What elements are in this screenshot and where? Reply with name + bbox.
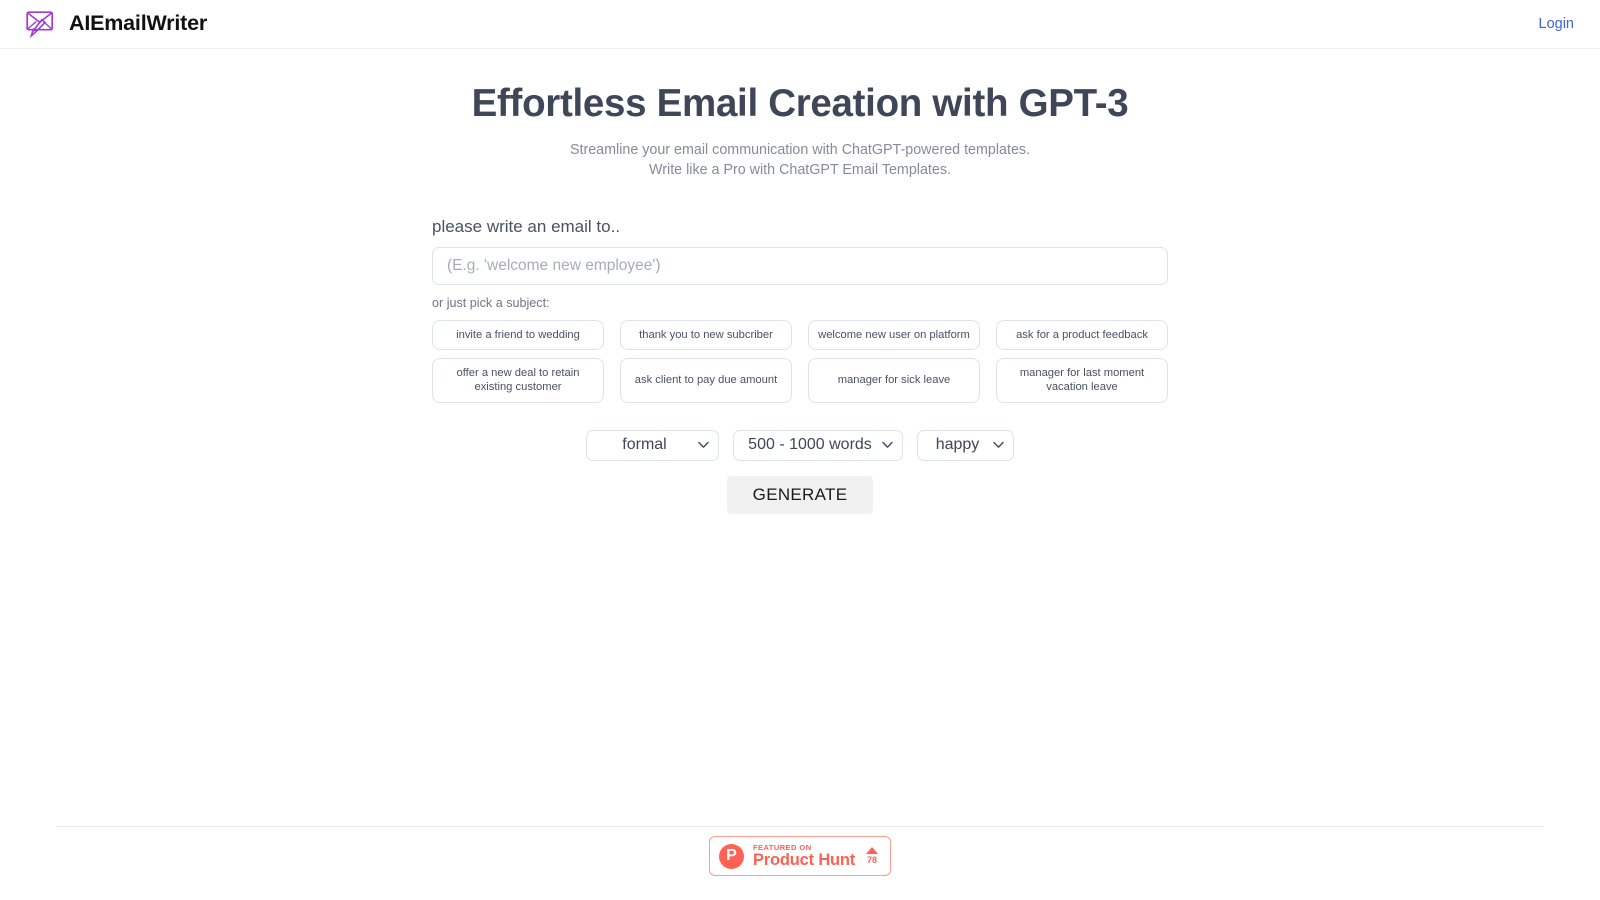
pick-subject-label: or just pick a subject: bbox=[432, 296, 550, 310]
brand[interactable]: AIEmailWriter bbox=[24, 10, 207, 38]
hero-subtitle-line2: Write like a Pro with ChatGPT Email Temp… bbox=[649, 161, 951, 178]
generate-row: GENERATE bbox=[432, 461, 1168, 515]
length-select[interactable]: 0 - 100 words100 - 500 words500 - 1000 w… bbox=[733, 429, 903, 461]
site-header: AIEmailWriter Login bbox=[0, 0, 1600, 49]
subject-chip[interactable]: ask for a product feedback bbox=[996, 319, 1168, 350]
subject-chip[interactable]: ask client to pay due amount bbox=[620, 357, 792, 403]
prompt-label: please write an email to.. bbox=[432, 217, 621, 236]
footer-divider bbox=[56, 826, 1544, 827]
email-form: please write an email to.. or just pick … bbox=[432, 217, 1168, 515]
subject-chip[interactable]: offer a new deal to retain existing cust… bbox=[432, 357, 604, 403]
hero-subtitle: Streamline your email communication with… bbox=[0, 127, 1600, 180]
triangle-up-icon bbox=[866, 847, 878, 854]
brand-name: AIEmailWriter bbox=[69, 11, 207, 36]
options-row: formalinformalfriendlyprofessional 0 - 1… bbox=[432, 411, 1168, 461]
envelope-pencil-icon bbox=[26, 11, 54, 38]
subject-chip[interactable]: manager for last moment vacation leave bbox=[996, 357, 1168, 403]
product-hunt-name: Product Hunt bbox=[753, 851, 856, 869]
mood-select[interactable]: happysadangryneutralexcited bbox=[917, 429, 1014, 461]
subject-chip[interactable]: manager for sick leave bbox=[808, 357, 980, 403]
login-link[interactable]: Login bbox=[1539, 17, 1574, 32]
product-hunt-upvote-count: 78 bbox=[866, 855, 877, 865]
subject-chip-row-1: invite a friend to wedding thank you to … bbox=[432, 319, 1168, 350]
site-footer: P FEATURED ON Product Hunt 78 bbox=[0, 836, 1600, 876]
product-hunt-text: FEATURED ON Product Hunt bbox=[753, 842, 857, 869]
page-title: Effortless Email Creation with GPT-3 bbox=[471, 82, 1129, 125]
mood-select-wrap: happysadangryneutralexcited bbox=[917, 429, 1014, 461]
product-hunt-badge[interactable]: P FEATURED ON Product Hunt 78 bbox=[709, 836, 891, 876]
subject-chip[interactable]: invite a friend to wedding bbox=[432, 319, 604, 350]
hero-subtitle-line1: Streamline your email communication with… bbox=[569, 142, 1031, 159]
email-prompt-input[interactable] bbox=[432, 247, 1168, 285]
subject-chip[interactable]: thank you to new subcriber bbox=[620, 319, 792, 350]
subject-chip-row-2: offer a new deal to retain existing cust… bbox=[432, 357, 1168, 403]
generate-button[interactable]: GENERATE bbox=[726, 475, 874, 515]
hero-section: Effortless Email Creation with GPT-3 Str… bbox=[0, 49, 1600, 181]
page-root: AIEmailWriter Login Effortless Email Cre… bbox=[0, 0, 1600, 900]
tone-select-wrap: formalinformalfriendlyprofessional bbox=[586, 429, 719, 461]
subject-chip[interactable]: welcome new user on platform bbox=[808, 319, 980, 350]
product-hunt-logo-icon: P bbox=[719, 843, 744, 869]
length-select-wrap: 0 - 100 words100 - 500 words500 - 1000 w… bbox=[733, 429, 903, 461]
tone-select[interactable]: formalinformalfriendlyprofessional bbox=[586, 429, 719, 461]
product-hunt-votes: 78 bbox=[866, 847, 880, 865]
product-hunt-featured-label: FEATURED ON bbox=[753, 842, 812, 852]
